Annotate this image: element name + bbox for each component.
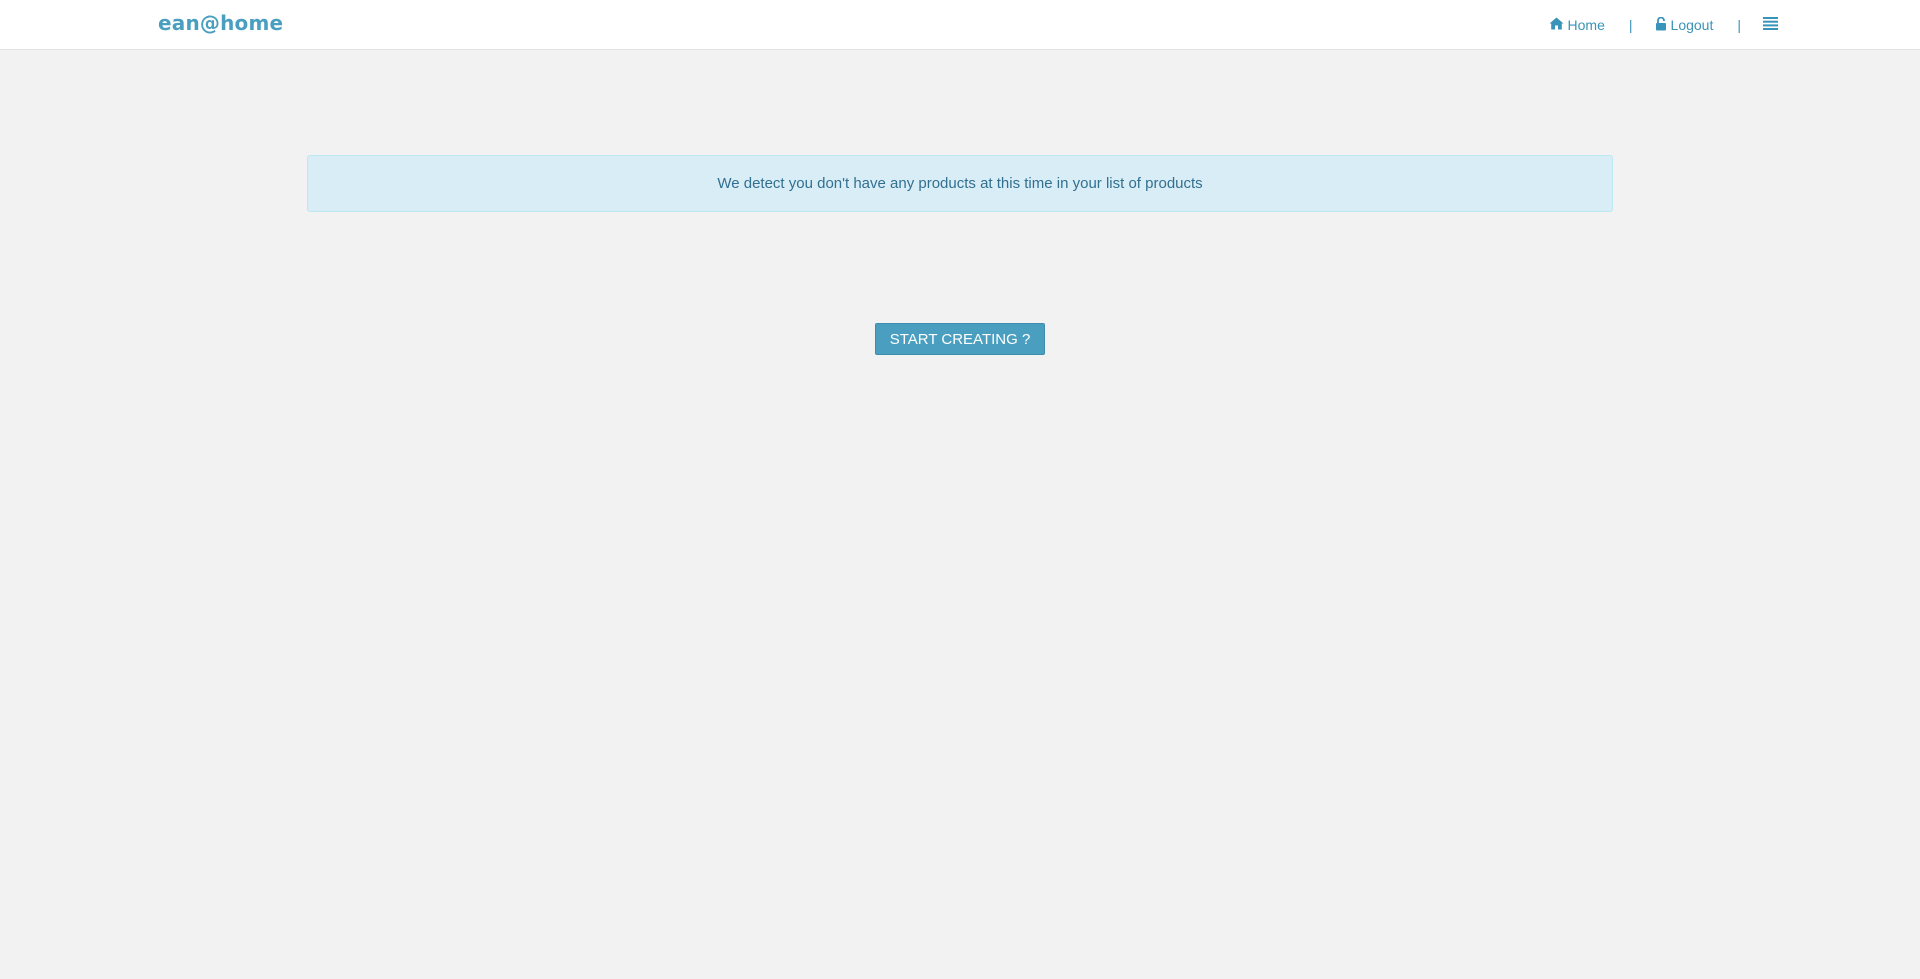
nav-separator: | (1628, 17, 1633, 33)
brand-logo[interactable]: ean@home (158, 11, 283, 35)
no-products-alert: We detect you don't have any products at… (307, 155, 1613, 212)
nav-separator: | (1737, 17, 1741, 33)
start-creating-button[interactable]: START CREATING ? (875, 323, 1045, 355)
nav-logout-label: Logout (1670, 17, 1714, 33)
unlock-icon (1655, 16, 1671, 34)
alert-message: We detect you don't have any products at… (717, 175, 1203, 192)
nav-home-label: Home (1567, 17, 1605, 33)
hamburger-menu-icon (1763, 17, 1778, 33)
menu-toggle-button[interactable] (1763, 17, 1778, 33)
home-icon (1549, 17, 1568, 33)
nav-home-link[interactable]: Home (1549, 17, 1605, 33)
top-navbar: ean@home Home | Logout | (0, 0, 1920, 50)
nav-logout-link[interactable]: Logout (1655, 16, 1714, 34)
nav-links: Home | Logout | (1549, 0, 1778, 50)
